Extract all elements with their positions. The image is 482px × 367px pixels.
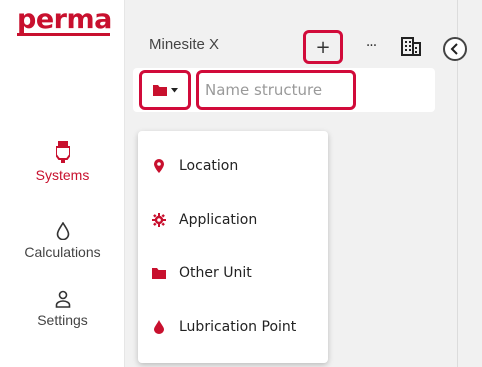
nav-label-settings: Settings <box>37 312 88 328</box>
name-structure-input[interactable] <box>196 70 356 110</box>
map-pin-icon <box>154 159 164 173</box>
nav-label-calculations: Calculations <box>24 244 101 260</box>
structure-search-bar <box>133 68 435 112</box>
nav-item-systems[interactable]: Systems <box>0 141 125 183</box>
folder-icon <box>152 268 166 279</box>
chevron-left-icon <box>450 43 458 55</box>
nav-label-systems: Systems <box>35 167 90 183</box>
menu-item-application[interactable]: Application <box>138 200 328 240</box>
menu-item-label: Location <box>179 158 239 174</box>
structure-type-menu: Location Application Other Unit Lubricat… <box>138 131 328 363</box>
folder-icon <box>152 85 167 96</box>
caret-down-icon <box>170 87 178 92</box>
nav-item-settings[interactable]: Settings <box>0 290 125 328</box>
drop-icon <box>154 320 164 334</box>
building-icon[interactable] <box>401 36 421 56</box>
more-options-button[interactable]: ··· <box>361 34 381 58</box>
collapse-panel-button[interactable] <box>443 37 467 61</box>
page-title: Minesite X <box>149 36 220 53</box>
gear-icon <box>152 213 166 227</box>
structure-panel: Minesite X + ··· Name structure Location… <box>125 0 467 367</box>
menu-item-other-unit[interactable]: Other Unit <box>138 253 328 293</box>
user-icon <box>55 290 70 308</box>
menu-item-label: Application <box>179 212 258 228</box>
add-button[interactable]: + <box>303 30 343 64</box>
perma-logo[interactable]: perma <box>17 4 112 35</box>
structure-type-select[interactable] <box>139 70 191 110</box>
lubricator-icon <box>55 141 70 163</box>
logo-underline <box>17 33 110 36</box>
menu-item-lubrication-point[interactable]: Lubrication Point <box>138 307 328 347</box>
menu-item-label: Lubrication Point <box>179 319 297 335</box>
menu-item-label: Other Unit <box>179 265 252 281</box>
nav-item-calculations[interactable]: Calculations <box>0 222 125 260</box>
left-navigation: perma Systems Calculations Settings <box>0 0 125 367</box>
droplet-outline-icon <box>56 222 69 240</box>
menu-item-location[interactable]: Location <box>138 146 328 186</box>
